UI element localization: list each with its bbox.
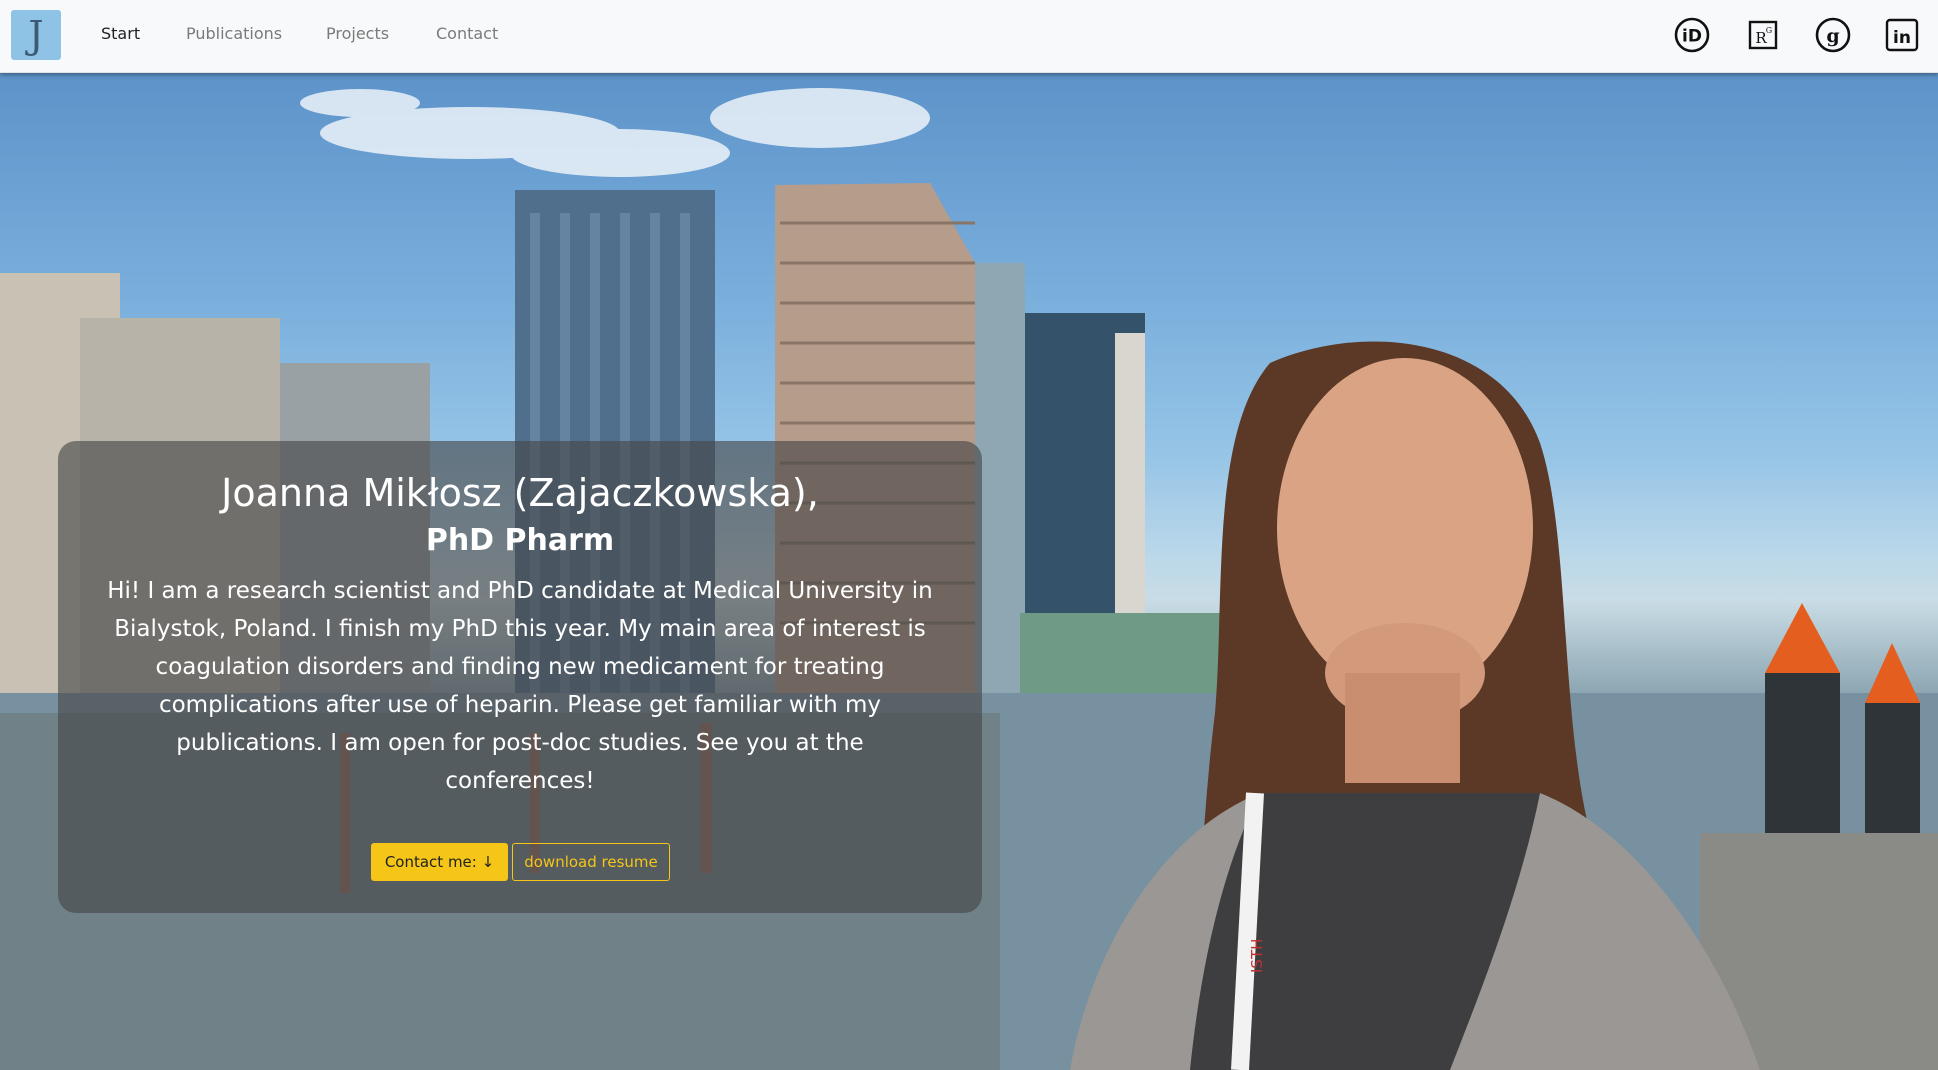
orcid-link[interactable]: iD <box>1673 16 1711 54</box>
nav-link-start[interactable]: Start <box>101 24 140 43</box>
nav-link-contact[interactable]: Contact <box>436 24 498 43</box>
svg-text:in: in <box>1893 28 1911 48</box>
linkedin-link[interactable]: in <box>1883 16 1921 54</box>
researchgate-icon: R G <box>1748 20 1778 50</box>
top-navbar: J Start Publications Projects Contact iD… <box>0 0 1938 73</box>
google-scholar-link[interactable]: g <box>1814 16 1852 54</box>
nav-link-projects[interactable]: Projects <box>326 24 389 43</box>
orcid-icon: iD <box>1674 17 1710 53</box>
svg-text:iD: iD <box>1682 27 1702 47</box>
nav-link-publications[interactable]: Publications <box>186 24 282 43</box>
svg-text:G: G <box>1766 26 1772 35</box>
lanyard-text: ISTH <box>1248 939 1266 973</box>
hero-bio: Hi! I am a research scientist and PhD ca… <box>107 578 933 794</box>
hero-section: ISTH Joanna Mikłosz (Zajaczkowska), PhD … <box>0 73 1938 1070</box>
hero-degree: PhD Pharm <box>425 523 615 558</box>
intro-card: Joanna Mikłosz (Zajaczkowska), PhD Pharm… <box>58 441 982 913</box>
google-scholar-icon: g <box>1815 17 1851 53</box>
svg-text:g: g <box>1826 25 1839 47</box>
brand-logo[interactable]: J <box>11 10 61 60</box>
hero-name: Joanna Mikłosz (Zajaczkowska), <box>221 471 819 515</box>
researchgate-link[interactable]: R G <box>1744 16 1782 54</box>
contact-me-button[interactable]: Contact me: ↓ <box>371 843 508 881</box>
download-resume-button[interactable]: download resume <box>512 843 670 881</box>
linkedin-icon: in <box>1885 18 1919 52</box>
